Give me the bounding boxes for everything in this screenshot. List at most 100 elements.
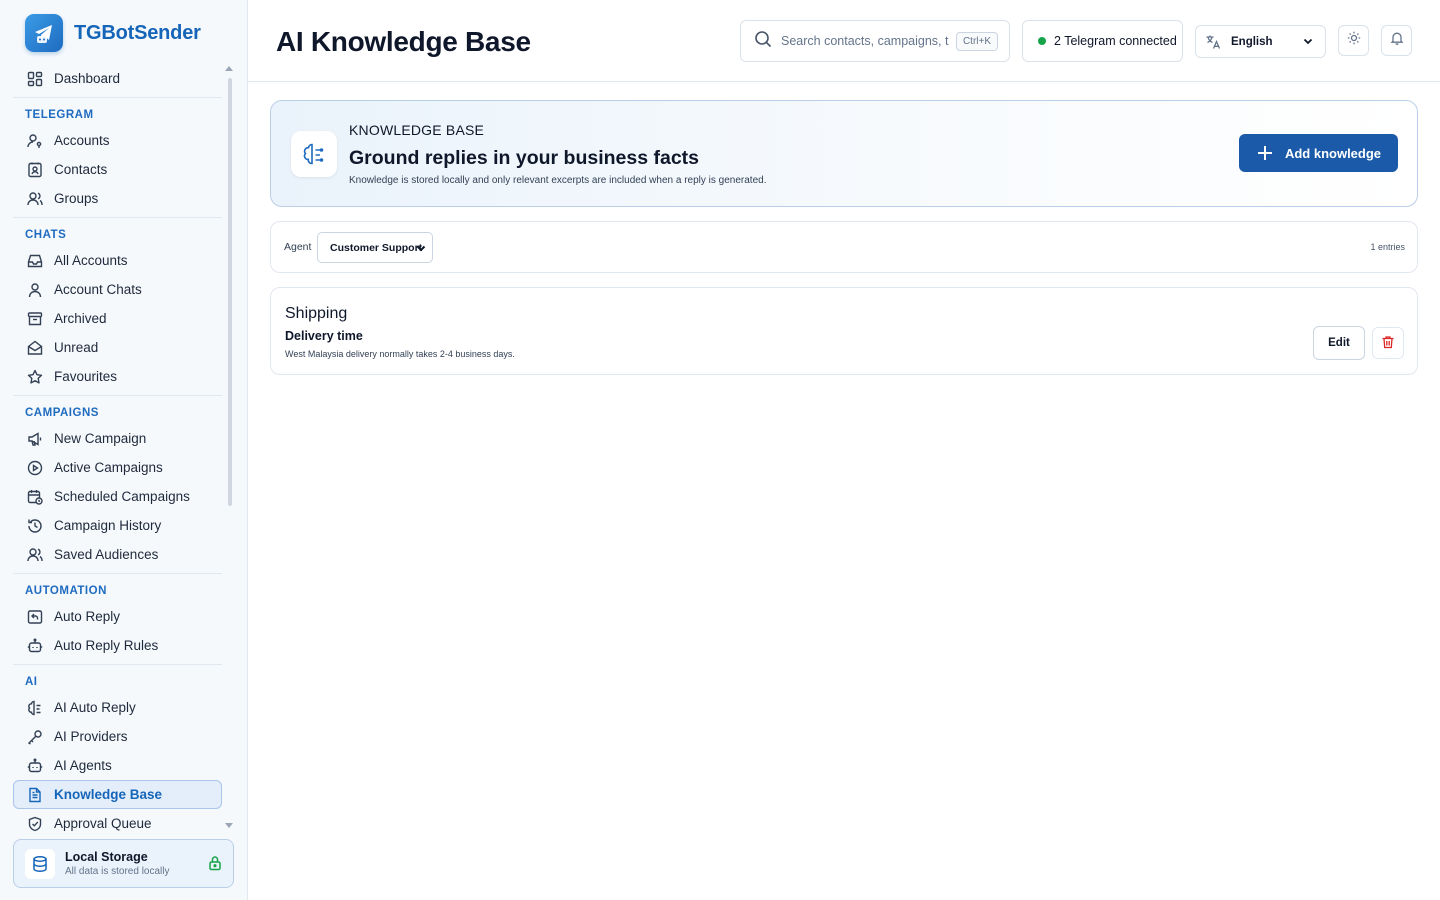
agent-select[interactable]: Customer Support	[317, 232, 433, 263]
document-icon	[26, 786, 43, 803]
delete-entry-button[interactable]	[1372, 327, 1404, 359]
sidebar-item-groups[interactable]: Groups	[13, 184, 222, 213]
sidebar-item-new-campaign[interactable]: New Campaign	[13, 424, 222, 453]
bot-icon	[26, 637, 43, 654]
sidebar-item-label: New Campaign	[54, 431, 147, 446]
sidebar-item-label: AI Providers	[54, 729, 128, 744]
sidebar-section-chats: CHATS All Accounts Account Chats Archive…	[13, 217, 222, 391]
sidebar-item-label: Dashboard	[54, 71, 121, 86]
sidebar-item-favourites[interactable]: Favourites	[13, 362, 222, 391]
search-input[interactable]	[781, 34, 949, 48]
key-icon	[26, 728, 43, 745]
brain-icon	[291, 131, 337, 177]
sidebar-item-auto-reply[interactable]: Auto Reply	[13, 602, 222, 631]
scroll-down-arrow-icon[interactable]	[225, 823, 233, 828]
chevron-down-icon	[1302, 35, 1314, 50]
global-search[interactable]: Ctrl+K	[740, 20, 1010, 62]
agent-select-value: Customer Support	[330, 241, 423, 254]
sidebar-item-accounts[interactable]: Accounts	[13, 126, 222, 155]
sidebar-section-ai: AI AI Auto Reply AI Providers AI Agents …	[13, 664, 222, 834]
scroll-up-arrow-icon[interactable]	[225, 66, 233, 71]
star-icon	[26, 368, 43, 385]
mail-open-icon	[26, 339, 43, 356]
hero-title: Ground replies in your business facts	[349, 147, 700, 169]
sun-icon	[1347, 31, 1361, 50]
sidebar-item-all-accounts[interactable]: All Accounts	[13, 246, 222, 275]
sidebar-item-label: All Accounts	[54, 253, 128, 268]
telegram-connection-status[interactable]: 2 Telegram connected	[1022, 20, 1183, 62]
sidebar-item-label: Campaign History	[54, 518, 162, 533]
sidebar-item-label: Saved Audiences	[54, 547, 159, 562]
lock-icon	[208, 855, 222, 876]
sidebar-item-ai-providers[interactable]: AI Providers	[13, 722, 222, 751]
sidebar-item-label: Active Campaigns	[54, 460, 163, 475]
sidebar-item-active-campaigns[interactable]: Active Campaigns	[13, 453, 222, 482]
sidebar-item-saved-audiences[interactable]: Saved Audiences	[13, 540, 222, 569]
sidebar-item-archived[interactable]: Archived	[13, 304, 222, 333]
sidebar-item-unread[interactable]: Unread	[13, 333, 222, 362]
contact-book-icon	[26, 161, 43, 178]
sidebar-item-ai-auto-reply[interactable]: AI Auto Reply	[13, 693, 222, 722]
sidebar-section-label: CAMPAIGNS	[25, 407, 99, 419]
reply-icon	[26, 608, 43, 625]
sidebar-item-label: Auto Reply Rules	[54, 638, 159, 653]
sidebar-item-label: Scheduled Campaigns	[54, 489, 190, 504]
brand[interactable]: TGBotSender	[25, 14, 201, 52]
dashboard-icon	[26, 70, 43, 87]
app-logo-icon	[25, 14, 63, 52]
sidebar-item-label: Contacts	[54, 162, 108, 177]
inbox-icon	[26, 252, 43, 269]
sidebar-item-dashboard[interactable]: Dashboard	[13, 64, 222, 93]
bot-icon	[26, 757, 43, 774]
sidebar-item-auto-reply-rules[interactable]: Auto Reply Rules	[13, 631, 222, 660]
language-value: English	[1231, 35, 1273, 48]
sidebar-item-label: Favourites	[54, 369, 118, 384]
add-knowledge-label: Add knowledge	[1284, 145, 1382, 161]
theme-toggle-button[interactable]	[1338, 25, 1369, 56]
sidebar-item-scheduled-campaigns[interactable]: Scheduled Campaigns	[13, 482, 222, 511]
chevron-down-icon	[415, 242, 427, 257]
edit-entry-button[interactable]: Edit	[1313, 326, 1365, 360]
knowledge-base-hero: KNOWLEDGE BASE Ground replies in your bu…	[270, 100, 1418, 207]
sidebar-item-approval-queue[interactable]: Approval Queue	[13, 809, 222, 834]
search-icon	[754, 30, 772, 53]
brain-icon	[26, 699, 43, 716]
sidebar-item-label: AI Agents	[54, 758, 112, 773]
hero-description: Knowledge is stored locally and only rel…	[349, 175, 767, 186]
archive-icon	[26, 310, 43, 327]
sidebar-item-account-chats[interactable]: Account Chats	[13, 275, 222, 304]
sidebar-item-campaign-history[interactable]: Campaign History	[13, 511, 222, 540]
entry-content: West Malaysia delivery normally takes 2-…	[285, 349, 515, 359]
history-icon	[26, 517, 43, 534]
agent-filter-bar: Agent Customer Support 1 entries	[270, 221, 1418, 273]
notifications-button[interactable]	[1381, 25, 1412, 56]
search-shortcut-badge: Ctrl+K	[955, 32, 998, 51]
sidebar-item-label: Knowledge Base	[54, 787, 163, 802]
sidebar-item-label: Accounts	[54, 133, 110, 148]
sidebar-nav: Dashboard TELEGRAM Accounts Contacts Gro…	[13, 64, 222, 834]
hero-eyebrow: KNOWLEDGE BASE	[349, 122, 485, 138]
shield-check-icon	[26, 815, 43, 832]
local-storage-card: Local Storage All data is stored locally	[13, 839, 234, 888]
sidebar-item-ai-agents[interactable]: AI Agents	[13, 751, 222, 780]
sidebar-item-label: Unread	[54, 340, 99, 355]
connection-status-text: 2 Telegram connected	[1054, 34, 1177, 48]
user-icon	[26, 281, 43, 298]
users-icon	[26, 190, 43, 207]
sidebar-section-label: TELEGRAM	[25, 109, 94, 121]
translate-icon	[1205, 34, 1221, 50]
storage-title: Local Storage	[65, 850, 148, 864]
sidebar-section-label: AI	[25, 676, 38, 688]
add-knowledge-button[interactable]: Add knowledge	[1239, 134, 1398, 172]
sidebar-item-contacts[interactable]: Contacts	[13, 155, 222, 184]
sidebar-item-label: Archived	[54, 311, 107, 326]
sidebar-scrollbar[interactable]	[228, 78, 232, 506]
sidebar-item-label: AI Auto Reply	[54, 700, 136, 715]
sidebar-section-label: CHATS	[25, 229, 67, 241]
sidebar-section-telegram: TELEGRAM Accounts Contacts Groups	[13, 97, 222, 213]
sidebar-item-label: Approval Queue	[54, 816, 152, 831]
sidebar: TGBotSender Dashboard TELEGRAM Accounts …	[0, 0, 248, 900]
language-select[interactable]: English	[1195, 25, 1326, 58]
sidebar-item-knowledge-base[interactable]: Knowledge Base	[13, 780, 222, 809]
calendar-clock-icon	[26, 488, 43, 505]
